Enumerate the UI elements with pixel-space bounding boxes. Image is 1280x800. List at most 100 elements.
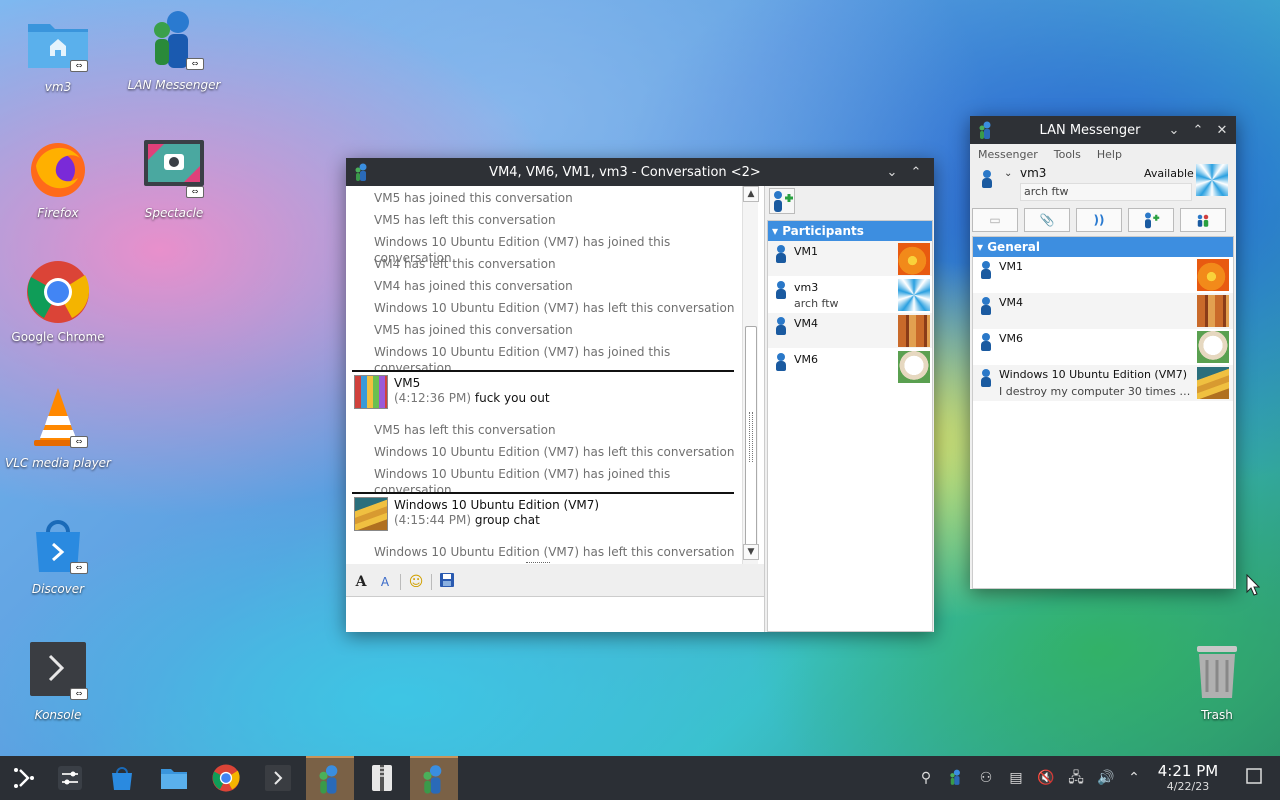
- system-message: VM4 has left this conversation: [374, 257, 556, 271]
- add-participant-button[interactable]: [769, 188, 795, 214]
- volume-icon[interactable]: 🔊: [1096, 768, 1116, 788]
- conversation-window[interactable]: VM4, VM6, VM1, vm3 - Conversation <2> ⌄ …: [346, 158, 934, 632]
- font-color-icon[interactable]: A: [376, 573, 394, 591]
- desktop-icon-vm3[interactable]: ⇔ vm3: [3, 10, 113, 94]
- avatar: [898, 315, 930, 347]
- application-launcher-button[interactable]: [0, 756, 48, 800]
- contact-item[interactable]: VM6: [973, 329, 1233, 365]
- close-button[interactable]: ✕: [1210, 123, 1234, 138]
- status-dropdown-icon[interactable]: ⌄: [1004, 168, 1012, 179]
- clock[interactable]: 4:21 PM 4/22/23: [1152, 762, 1224, 793]
- avatar: [898, 279, 930, 311]
- desktop-icon-vlc[interactable]: ⇔ VLC media player: [3, 386, 113, 470]
- minimize-button[interactable]: ⌄: [1162, 123, 1186, 138]
- message-input[interactable]: [346, 596, 764, 632]
- lan-messenger-window[interactable]: LAN Messenger ⌄ ⌃ ✕ Messenger Tools Help…: [970, 116, 1236, 589]
- user-icon: [981, 297, 991, 315]
- font-icon[interactable]: A: [352, 573, 370, 591]
- splitter-handle[interactable]: [526, 562, 550, 564]
- desktop-icon-discover[interactable]: ⇔ Discover: [3, 512, 113, 596]
- contact-group-header[interactable]: ▾ General: [973, 237, 1233, 257]
- konsole-icon: ⇔: [26, 638, 90, 702]
- desktop-icon-firefox[interactable]: Firefox: [3, 136, 113, 220]
- contact-item[interactable]: VM1: [973, 257, 1233, 293]
- chrome-icon: [26, 260, 90, 324]
- participant-item[interactable]: vm3 arch ftw: [768, 277, 932, 313]
- menu-help[interactable]: Help: [1097, 148, 1122, 161]
- smiley-icon[interactable]: ☺: [407, 573, 425, 591]
- vlc-icon: ⇔: [26, 386, 90, 450]
- contact-item[interactable]: Windows 10 Ubuntu Edition (VM7) I destro…: [973, 365, 1233, 401]
- broadcast-button[interactable]: ▭: [972, 208, 1018, 232]
- user-icon: [776, 317, 786, 335]
- task-discover[interactable]: [98, 756, 146, 800]
- avatar: [1197, 331, 1229, 363]
- participants-group-header[interactable]: ▾ Participants: [768, 221, 932, 241]
- menu-tools[interactable]: Tools: [1054, 148, 1081, 161]
- user-status-icon[interactable]: ⚲: [916, 768, 936, 788]
- contact-name: VM1: [999, 260, 1024, 273]
- desktop-icon-trash[interactable]: Trash: [1162, 638, 1272, 722]
- menu-messenger[interactable]: Messenger: [978, 148, 1038, 161]
- desktop-icon-label: Firefox: [37, 206, 79, 220]
- avatar: [1197, 259, 1229, 291]
- scroll-thumb[interactable]: [745, 326, 757, 556]
- accounts-icon[interactable]: ⚇: [976, 768, 996, 788]
- format-toolbar: A A ☺: [346, 568, 764, 596]
- system-message: Windows 10 Ubuntu Edition (VM7) has left…: [374, 301, 735, 315]
- group-chat-button[interactable]: [1180, 208, 1226, 232]
- participants-panel: ▾ Participants VM1 vm3 arch ftw VM4 VM6: [764, 186, 934, 632]
- system-message: Windows 10 Ubuntu Edition (VM7) has join…: [374, 345, 671, 375]
- save-icon[interactable]: [438, 573, 456, 591]
- message-history[interactable]: VM5 has joined this conversation VM5 has…: [346, 186, 764, 564]
- maximize-button[interactable]: ⌃: [1186, 123, 1210, 138]
- scroll-down-arrow-icon[interactable]: ▼: [743, 544, 759, 560]
- firefox-icon: [26, 136, 90, 200]
- desktop-icon-label: Trash: [1201, 708, 1233, 722]
- status-label[interactable]: Available: [1144, 167, 1194, 180]
- desktop-icon-spectacle[interactable]: ⇔ Spectacle: [119, 136, 229, 220]
- message-scrollbar[interactable]: ▲ ▼: [742, 186, 759, 564]
- minimize-button[interactable]: ⌄: [880, 165, 904, 180]
- clipboard-icon[interactable]: ▤: [1006, 768, 1026, 788]
- desktop-icon-chrome[interactable]: Google Chrome: [3, 260, 113, 344]
- task-system-settings[interactable]: [46, 756, 94, 800]
- desktop-icon-label: vm3: [44, 80, 72, 94]
- task-chrome[interactable]: [202, 756, 250, 800]
- window-title: VM4, VM6, VM1, vm3 - Conversation <2>: [489, 164, 761, 180]
- participant-name: VM6: [794, 353, 819, 366]
- task-lan-messenger[interactable]: [306, 756, 354, 800]
- lan-messenger-tray-icon[interactable]: [946, 768, 966, 788]
- desktop-icon-konsole[interactable]: ⇔ Konsole: [3, 638, 113, 722]
- contact-item[interactable]: VM4: [973, 293, 1233, 329]
- participant-item[interactable]: VM6: [768, 349, 932, 385]
- contact-name: VM6: [999, 332, 1024, 345]
- participant-item[interactable]: VM1: [768, 241, 932, 277]
- task-archive-manager[interactable]: [358, 756, 406, 800]
- expand-tray-icon[interactable]: ⌃: [1124, 768, 1144, 788]
- contact-name: Windows 10 Ubuntu Edition (VM7): [999, 368, 1188, 381]
- conversation-titlebar[interactable]: VM4, VM6, VM1, vm3 - Conversation <2> ⌄ …: [346, 158, 934, 186]
- system-message: Windows 10 Ubuntu Edition (VM7) has join…: [374, 467, 671, 497]
- user-icon: [776, 281, 786, 299]
- network-icon[interactable]: 🖧: [1066, 768, 1086, 788]
- task-file-manager[interactable]: [150, 756, 198, 800]
- participant-item[interactable]: VM4: [768, 313, 932, 349]
- chat-message: Windows 10 Ubuntu Edition (VM7) (4:15:44…: [352, 492, 734, 534]
- muted-speaker-icon[interactable]: 🔇: [1036, 768, 1056, 788]
- scroll-up-arrow-icon[interactable]: ▲: [743, 186, 759, 202]
- lan-messenger-titlebar[interactable]: LAN Messenger ⌄ ⌃ ✕: [970, 116, 1236, 144]
- add-contact-button[interactable]: [1128, 208, 1174, 232]
- show-desktop-icon[interactable]: [1244, 768, 1264, 788]
- avatar: [898, 243, 930, 275]
- message-text: fuck you out: [474, 391, 550, 405]
- desktop-icon-label: VLC media player: [4, 456, 111, 470]
- avatar[interactable]: [1196, 164, 1228, 196]
- transfers-button[interactable]: 📎: [1024, 208, 1070, 232]
- desktop-icon-lan-messenger[interactable]: ⇔ LAN Messenger: [119, 8, 229, 92]
- task-konsole[interactable]: [254, 756, 302, 800]
- maximize-button[interactable]: ⌃: [904, 165, 928, 180]
- task-lan-messenger-conversation[interactable]: [410, 756, 458, 800]
- feed-button[interactable]: )): [1076, 208, 1122, 232]
- note-input[interactable]: arch ftw: [1020, 183, 1192, 201]
